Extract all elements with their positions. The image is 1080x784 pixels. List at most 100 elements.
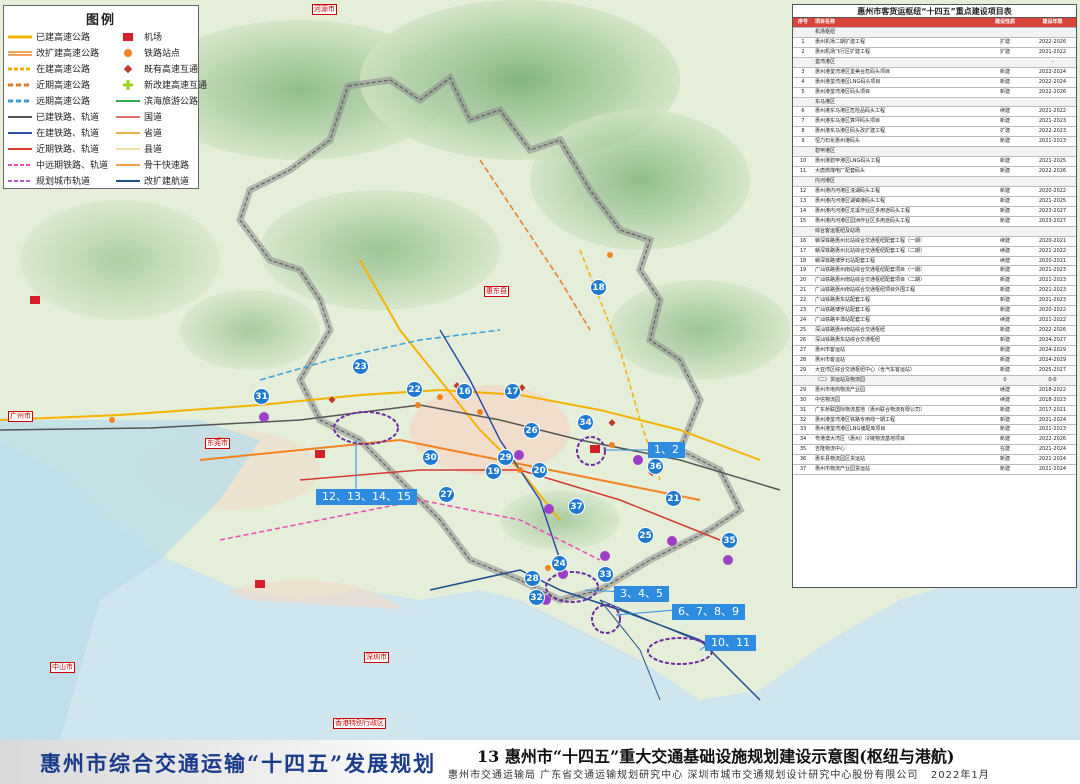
longterm-expressway-icon — [8, 96, 32, 106]
table-cell-no: 22 — [799, 297, 807, 304]
table-cell-no — [793, 227, 813, 236]
table-cell-years — [1029, 147, 1076, 156]
built-expressway-icon — [8, 32, 32, 42]
table-cell-nature: 新建 — [999, 207, 1010, 214]
table-cell-nature: 新建 — [999, 366, 1010, 373]
hub-marker[interactable]: 24 — [551, 555, 568, 572]
table-cell-years: 2023-2027 — [1038, 207, 1067, 214]
hub-marker[interactable]: 34 — [577, 414, 594, 431]
port-callout[interactable]: 6、7、8、9 — [672, 604, 745, 620]
table-cell-name: 惠州港东马港区算坪码头项目 — [815, 118, 881, 125]
provincial-road-icon — [116, 128, 140, 138]
table-row: 29 大亚湾区综合交通枢纽中心（含汽车客运站） 新建 2025-2027 — [793, 366, 1076, 376]
legend-title: 图例 — [85, 13, 116, 28]
table-row: 3 惠州港荃湾港区荃美台危码头项目 新建 2022-2024 — [793, 68, 1076, 78]
built-rail-icon — [8, 112, 32, 122]
table-cell-nature: 扩建 — [999, 48, 1010, 55]
table-cell-no: 8 — [801, 128, 805, 135]
hub-marker[interactable]: 35 — [721, 532, 738, 549]
table-cell-years: 2021-2022 — [1038, 48, 1067, 55]
table-cell-nature: 新建 — [999, 68, 1010, 75]
table-cell-name: 荃湾港区 — [815, 58, 836, 65]
port-callout[interactable]: 1、2 — [648, 442, 685, 458]
table-cell-nature: 续建 — [999, 257, 1010, 264]
table-cell-name: 惠州港内河港区湖镇港码头工程 — [815, 197, 886, 204]
footer-left-banner: 惠州市综合交通运输“十四五”发展规划 — [0, 740, 440, 784]
table-cell-no: 33 — [799, 426, 807, 433]
table-row: 25 深汕铁路惠州南站综合交通枢纽 新建 2022-2026 — [793, 326, 1076, 336]
legend-label: 中远期铁路、轨道 — [36, 161, 109, 171]
hub-marker[interactable]: 20 — [531, 462, 548, 479]
table-cell-nature: 新建 — [999, 456, 1010, 463]
hub-marker[interactable]: 33 — [597, 566, 614, 583]
hub-marker[interactable]: 37 — [568, 498, 585, 515]
hub-marker[interactable]: 21 — [665, 490, 682, 507]
legend-item: 已建铁路、轨道 — [8, 110, 116, 123]
hub-marker[interactable]: 16 — [456, 383, 473, 400]
table-row: 27 惠州市客运站 新建 2024-2029 — [793, 346, 1076, 356]
table-cell-years: 2020-2022 — [1038, 307, 1067, 314]
table-cell-years: 2021-2024 — [1038, 416, 1067, 423]
hub-marker[interactable]: 30 — [422, 449, 439, 466]
table-row: 22 广汕铁路惠东站配套工程 新建 2021-2023 — [793, 296, 1076, 307]
hub-marker[interactable]: 23 — [352, 358, 369, 375]
table-cell-years: - — [1051, 58, 1054, 65]
hub-marker[interactable]: 32 — [528, 589, 545, 606]
table-cell-no: 25 — [799, 327, 807, 334]
hub-marker[interactable]: 28 — [524, 570, 541, 587]
legend-label: 机场 — [144, 33, 163, 43]
hub-marker[interactable]: 29 — [497, 449, 514, 466]
table-cell-name: 惠州港碧甲港区LNG码头工程 — [815, 158, 881, 165]
table-cell-nature: 续建 — [999, 317, 1010, 324]
hub-marker[interactable]: 26 — [523, 422, 540, 439]
legend-label: 已建铁路、轨道 — [36, 113, 100, 123]
table-cell-years — [1029, 177, 1076, 186]
table-cell-name: 惠州港内河港区潼湖码头工程 — [815, 187, 881, 194]
building-expressway-icon — [8, 64, 32, 74]
table-cell-nature: 续建 — [999, 108, 1010, 115]
table-cell-no: 29 — [799, 386, 807, 393]
table-row: 19 广汕铁路惠州南站综合交通枢纽配套项目（一期） 新建 2021-2023 — [793, 266, 1076, 277]
hub-marker[interactable]: 25 — [637, 527, 654, 544]
hub-marker[interactable]: 22 — [406, 381, 423, 398]
hub-marker[interactable]: 31 — [253, 388, 270, 405]
port-callout[interactable]: 10、11 — [705, 635, 756, 651]
legend-item: 改扩建航道 — [116, 174, 204, 187]
table-cell-no: 9 — [801, 138, 805, 145]
table-row: 24 广汕铁路平潭站配套工程 续建 2021-2022 — [793, 316, 1076, 327]
table-cell-name: 惠州市电商物流产业园 — [815, 386, 866, 393]
table-cell-years: 2021-2023 — [1038, 277, 1067, 284]
table-cell-no — [793, 58, 813, 67]
table-cell-no: 13 — [799, 197, 807, 204]
table-cell-name: 惠州港内河港区龙溪作业区多用途码头工程 — [815, 207, 911, 214]
legend-item: 在建高速公路 — [8, 62, 116, 75]
hub-marker[interactable]: 18 — [590, 279, 607, 296]
hub-marker[interactable]: 27 — [438, 486, 455, 503]
port-callout[interactable]: 3、4、5 — [614, 586, 669, 602]
table-cell-years: 2024-2029 — [1038, 356, 1067, 363]
table-cell-nature: 新建 — [999, 187, 1010, 194]
longterm-rail-icon — [8, 160, 32, 170]
table-cell-nature: 新建 — [999, 346, 1010, 353]
table-cell-years: 2021-2023 — [1038, 138, 1067, 145]
hub-marker[interactable]: 19 — [485, 463, 502, 480]
table-row: 5 惠州港荃湾港区码头项目 新建 2022-2026 — [793, 88, 1076, 98]
table-cell-name: 广汕铁路惠州南站综合交通枢纽配套项目（一期） — [815, 267, 926, 274]
table-cell-name: 机场枢纽 — [815, 28, 836, 35]
table-cell-no: 29 — [799, 366, 807, 373]
table-cell-nature: 新建 — [999, 426, 1010, 433]
legend-label: 远期高速公路 — [36, 97, 91, 107]
table-cell-no: 1 — [801, 38, 805, 45]
table-cell-name: 惠东县物流园区货运站 — [815, 456, 866, 463]
legend-item: 已建高速公路 — [8, 30, 116, 43]
hub-marker[interactable]: 17 — [504, 383, 521, 400]
table-cell-name: 惠州市物流产业园货运站 — [815, 466, 871, 473]
table-row: 26 深汕铁路惠东站综合交通枢纽 新建 2024-2027 — [793, 336, 1076, 346]
table-cell-nature: 扩建 — [999, 38, 1010, 45]
hub-marker[interactable]: 36 — [647, 458, 664, 475]
map-canvas[interactable]: 图例 已建高速公路 机场 改扩建高速公路 铁路站点 在建高速公路 既有高速互通 近期高速公路… — [0, 0, 1080, 740]
table-cell-no: 37 — [799, 466, 807, 473]
table-cell-name: 赣深铁路惠州北站综合交通枢纽配套工程（二期） — [815, 247, 926, 254]
table-cell-no — [793, 147, 813, 156]
port-callout[interactable]: 12、13、14、15 — [316, 489, 417, 505]
